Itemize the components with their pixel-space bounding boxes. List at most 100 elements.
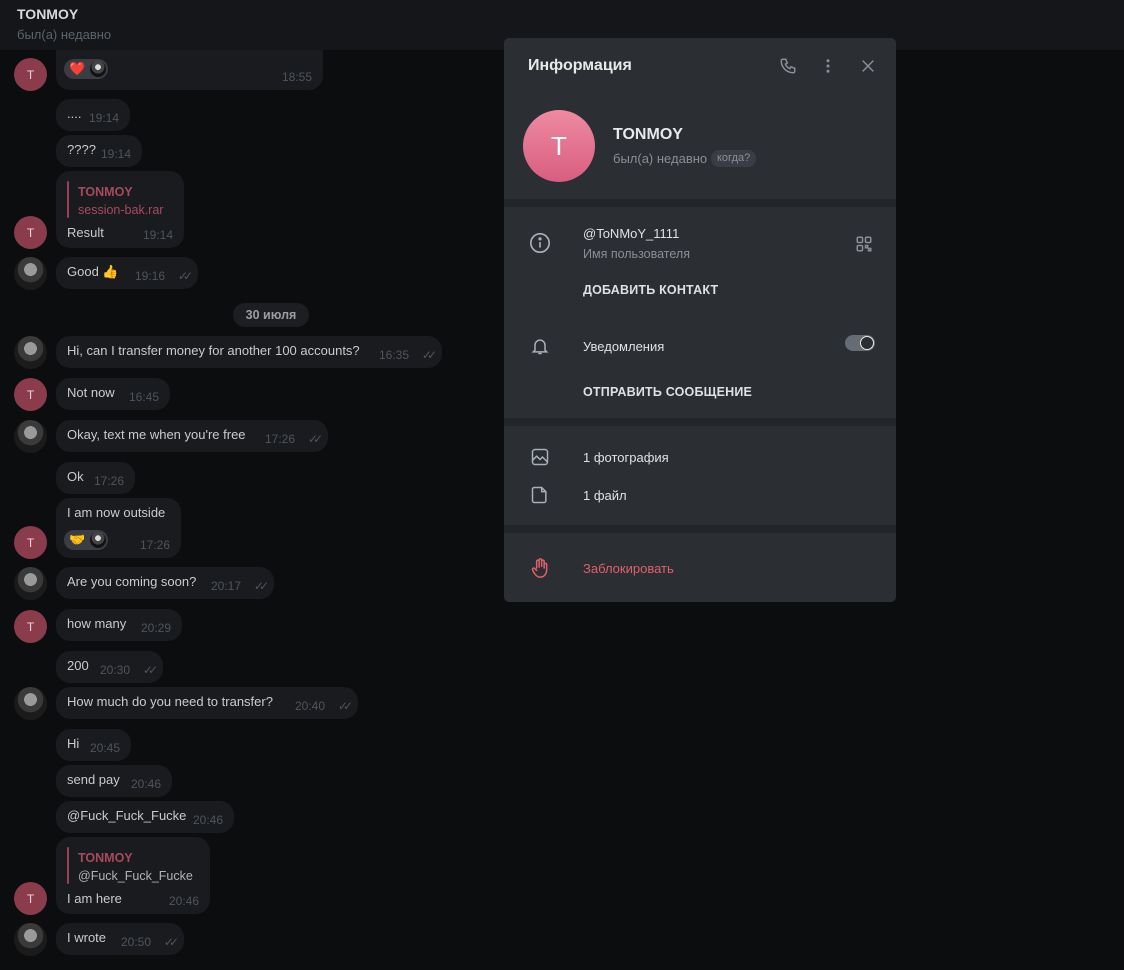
message-text: how many [67, 616, 127, 631]
message-bubble[interactable]: Okay, text me when you're free 17:26 ✓✓ [56, 420, 328, 452]
message-bubble[interactable]: I am now outside 🤝 17:26 [56, 498, 181, 558]
more-vertical-icon[interactable] [817, 55, 839, 77]
message-time: 17:26 [93, 474, 124, 488]
date-separator: 30 июля [233, 303, 309, 327]
message-bubble[interactable]: How much do you need to transfer? 20:40 … [56, 687, 358, 719]
close-icon[interactable] [857, 55, 879, 77]
message-time: 20:50 [120, 935, 151, 949]
message-time: 20:40 [294, 699, 325, 713]
info-icon [528, 231, 552, 255]
reply-bar [67, 181, 69, 218]
read-checkmarks: ✓✓ [253, 579, 269, 593]
reply-text[interactable]: session-bak.rar [78, 203, 163, 217]
message-text: I wrote [67, 930, 107, 945]
reaction-badge[interactable]: ❤️ [64, 59, 108, 79]
block-user-button[interactable]: Заблокировать [583, 561, 674, 576]
reaction-badge[interactable]: 🤝 [64, 530, 108, 550]
read-checkmarks: ✓✓ [337, 699, 353, 713]
read-checkmarks: ✓✓ [142, 663, 158, 677]
message-bubble[interactable]: @Fuck_Fuck_Fucke 20:46 [56, 801, 234, 833]
message-bubble[interactable]: Hi, can I transfer money for another 100… [56, 336, 442, 368]
section-divider [504, 418, 896, 426]
message-text: Result [67, 225, 104, 240]
message-text: 200 [67, 658, 89, 673]
avatar[interactable]: T [14, 882, 47, 915]
read-checkmarks: ✓✓ [307, 432, 323, 446]
message-bubble[interactable]: ❤️ 18:55 [56, 50, 323, 90]
message-bubble[interactable]: 200 20:30 ✓✓ [56, 651, 163, 683]
avatar[interactable]: T [14, 58, 47, 91]
message-bubble[interactable]: how many 20:29 [56, 609, 182, 641]
message-bubble[interactable]: Good 👍 19:16 ✓✓ [56, 257, 198, 289]
files-link[interactable]: 1 файл [583, 488, 627, 503]
message-time: 19:16 [134, 269, 165, 283]
notifications-label: Уведомления [583, 339, 665, 354]
message-bubble[interactable]: .... 19:14 [56, 99, 130, 131]
read-checkmarks: ✓✓ [163, 935, 179, 949]
message-time: 20:29 [140, 621, 171, 635]
message-bubble[interactable]: Ok 17:26 [56, 462, 135, 494]
message-time: 18:55 [281, 70, 312, 84]
message-time: 20:46 [192, 813, 223, 827]
message-bubble[interactable]: send pay 20:46 [56, 765, 172, 797]
username-value[interactable]: @ToNMoY_1111 [583, 226, 679, 241]
message-text: Are you coming soon? [67, 574, 197, 589]
message-bubble[interactable]: TONMOY session-bak.rar Result 19:14 [56, 171, 184, 248]
message-bubble[interactable]: TONMOY @Fuck_Fuck_Fucke I am here 20:46 [56, 837, 210, 914]
panel-title: Информация [528, 57, 632, 74]
message-text: Okay, text me when you're free [67, 427, 246, 442]
read-checkmarks: ✓✓ [177, 269, 193, 283]
avatar[interactable] [14, 923, 47, 956]
message-text: ???? [67, 142, 96, 157]
photos-link[interactable]: 1 фотография [583, 450, 669, 465]
message-list[interactable]: T ❤️ 18:55 .... 19:14 ???? 19:14 T TONMO… [0, 50, 500, 970]
message-bubble[interactable]: Not now 16:45 [56, 378, 170, 410]
profile-status: был(а) недавно [613, 151, 708, 166]
message-time: 17:26 [264, 432, 295, 446]
send-message-button[interactable]: ОТПРАВИТЬ СООБЩЕНИЕ [583, 385, 752, 399]
message-time: 20:30 [99, 663, 130, 677]
username-caption: Имя пользователя [583, 247, 690, 261]
message-bubble[interactable]: Are you coming soon? 20:17 ✓✓ [56, 567, 274, 599]
message-time: 17:26 [139, 538, 170, 552]
message-time: 20:17 [210, 579, 241, 593]
message-text: How much do you need to transfer? [67, 694, 273, 709]
avatar[interactable] [14, 257, 47, 290]
message-time: 20:46 [130, 777, 161, 791]
avatar[interactable] [14, 336, 47, 369]
read-checkmarks: ✓✓ [421, 348, 437, 362]
avatar[interactable]: T [14, 526, 47, 559]
message-time: 19:14 [100, 147, 131, 161]
message-bubble[interactable]: I wrote 20:50 ✓✓ [56, 923, 184, 955]
reactor-avatar [90, 61, 106, 77]
avatar[interactable] [14, 420, 47, 453]
avatar[interactable]: T [14, 610, 47, 643]
avatar[interactable] [14, 567, 47, 600]
avatar[interactable]: T [14, 378, 47, 411]
add-contact-button[interactable]: ДОБАВИТЬ КОНТАКТ [583, 283, 718, 297]
handshake-icon: 🤝 [69, 532, 86, 547]
message-text: Good 👍 [67, 264, 119, 279]
reply-author[interactable]: TONMOY [78, 851, 133, 865]
bell-icon [528, 334, 552, 358]
message-time: 16:45 [128, 390, 159, 404]
qr-code-icon[interactable] [852, 232, 876, 256]
section-divider [504, 525, 896, 533]
notifications-toggle[interactable] [845, 335, 875, 351]
message-time: 19:14 [88, 111, 119, 125]
message-bubble[interactable]: Hi 20:45 [56, 729, 131, 761]
chat-title[interactable]: TONMOY [17, 6, 78, 22]
avatar[interactable] [14, 687, 47, 720]
avatar[interactable]: T [14, 216, 47, 249]
phone-icon[interactable] [777, 55, 799, 77]
reply-author[interactable]: TONMOY [78, 185, 133, 199]
message-bubble[interactable]: ???? 19:14 [56, 135, 142, 167]
reply-text[interactable]: @Fuck_Fuck_Fucke [78, 869, 193, 883]
message-text: Ok [67, 469, 84, 484]
message-time: 20:45 [89, 741, 120, 755]
when-button[interactable]: когда? [711, 150, 757, 167]
profile-avatar[interactable]: T [523, 110, 595, 182]
reactor-avatar [90, 532, 106, 548]
message-text: I am now outside [67, 505, 166, 520]
message-time: 19:14 [142, 228, 173, 242]
